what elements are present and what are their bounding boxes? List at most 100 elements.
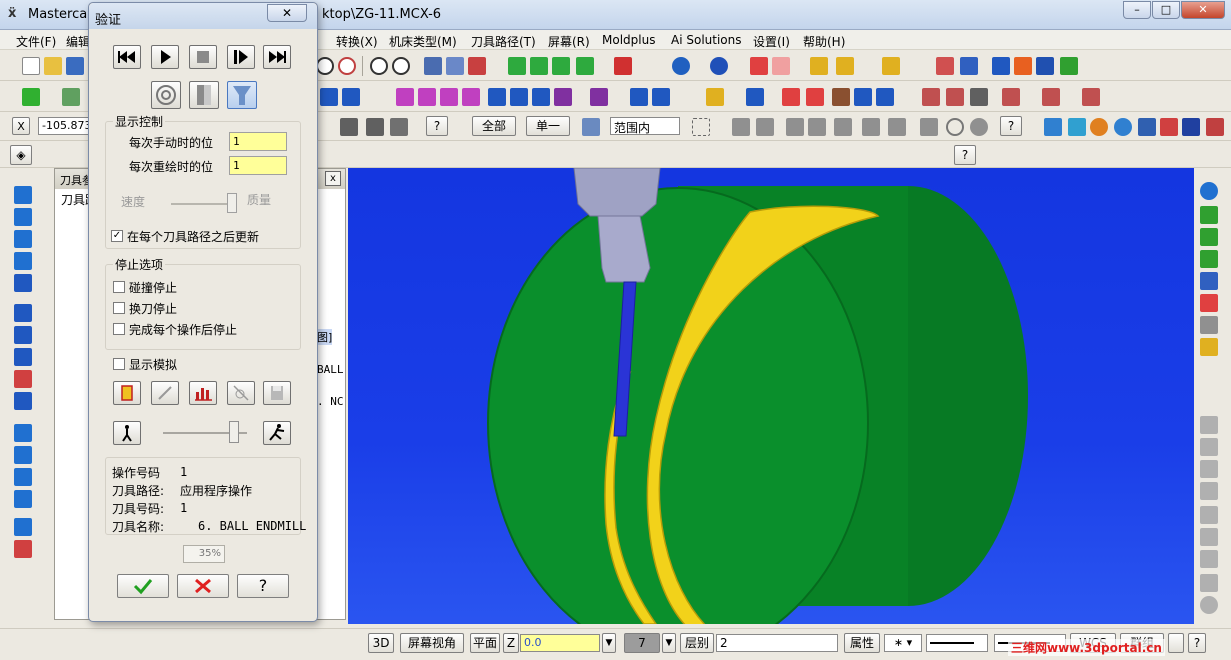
update-after-toolpath-checkbox[interactable]: ✓ [111,230,123,242]
attributes-button[interactable]: 属性 [844,633,880,653]
mask-icon[interactable] [582,118,600,136]
render-icon[interactable] [1068,118,1086,136]
sim-chart-button[interactable] [189,381,217,405]
select-all-button[interactable]: 全部 [472,116,516,136]
point-style-select[interactable]: ∗ ▾ [884,634,922,652]
red-solid-icon[interactable] [14,540,32,558]
shade-icon[interactable] [1044,118,1062,136]
new-file-icon[interactable] [22,57,40,75]
green-cube-2-icon[interactable] [1200,228,1218,246]
red-shape-icon[interactable] [1206,118,1224,136]
return-icon[interactable] [1200,316,1218,334]
mode-holder-button[interactable] [227,81,257,109]
axis-icon[interactable] [746,88,764,106]
redraw-step-input[interactable]: 1 [229,156,287,175]
face-icon[interactable] [462,88,480,106]
up-arrow-icon[interactable] [14,186,32,204]
z-dropdown-button[interactable]: ▼ [602,633,616,653]
lathe-icon[interactable] [554,88,572,106]
select-single-button[interactable]: 单一 [526,116,570,136]
menu-ai-solutions[interactable]: Ai Solutions [671,33,742,47]
layers-icon[interactable] [806,88,824,106]
sim-tool-button[interactable] [151,381,179,405]
pocket-icon[interactable] [440,88,458,106]
body-select-icon[interactable] [862,118,880,136]
view-iso-icon[interactable] [576,57,594,75]
show-simulation-checkbox[interactable] [113,358,125,370]
printer-icon[interactable] [876,88,894,106]
menu-machine-type[interactable]: 机床类型(M) [389,33,457,50]
stop-each-op-checkbox[interactable] [113,323,125,335]
table-icon[interactable] [14,518,32,536]
fast-run-button[interactable] [263,421,291,445]
menu-screen[interactable]: 屏幕(R) [548,33,590,50]
view-side-icon[interactable] [552,57,570,75]
speed-quality-slider[interactable] [227,193,237,213]
level-select[interactable]: 2 [716,634,838,652]
grid-box-icon[interactable] [14,446,32,464]
maximize-button[interactable]: □ [1152,1,1180,19]
fillet-icon[interactable] [14,370,32,388]
fast-forward-button[interactable] [263,45,291,69]
line-style-select[interactable] [926,634,988,652]
menu-help[interactable]: 帮助(H) [803,33,845,50]
help-select-button[interactable]: ? [1000,116,1022,136]
menu-settings[interactable]: 设置(I) [753,33,790,50]
ops-list-icon[interactable] [630,88,648,106]
transform-icon[interactable] [992,57,1010,75]
sum-icon[interactable] [1036,57,1054,75]
solid-sweep-icon[interactable] [14,348,32,366]
slow-walk-button[interactable] [113,421,141,445]
menu-toolpaths[interactable]: 刀具路径(T) [471,33,536,50]
stop-collision-checkbox[interactable] [113,281,125,293]
3d-button[interactable]: 3D [368,633,394,653]
zoom-window-icon[interactable] [316,57,334,75]
mirror-icon[interactable] [1042,88,1060,106]
rubber-stamp-icon[interactable] [390,118,408,136]
fit-icon[interactable] [446,57,464,75]
level-button[interactable]: 层别 [680,633,714,653]
plane-button[interactable]: 平面 [470,633,500,653]
analyze-icon[interactable] [810,57,828,75]
globe-icon[interactable] [1200,182,1218,200]
gray-tool-6-icon[interactable] [1200,528,1218,546]
fast-point-icon[interactable] [340,118,358,136]
manual-step-input[interactable]: 1 [229,132,287,151]
rotate-icon[interactable] [14,208,32,226]
solid-extrude-icon[interactable] [14,274,32,292]
open-file-icon[interactable] [44,57,62,75]
step-forward-button[interactable] [227,45,255,69]
translucent-icon[interactable] [772,57,790,75]
mode-stock-button[interactable] [189,81,219,109]
drill-icon[interactable] [396,88,414,106]
stock-icon[interactable] [946,88,964,106]
part-icon[interactable] [1002,88,1020,106]
cancel-button[interactable] [177,574,229,598]
z-depth-input[interactable]: 0.0 [520,634,600,652]
add-point-icon[interactable] [22,88,40,106]
blue-ball-icon[interactable] [1114,118,1132,136]
ops-icon[interactable] [590,88,608,106]
fixture-icon[interactable] [922,88,940,106]
undo-select-icon[interactable] [888,118,906,136]
status-help-button[interactable]: ? [1188,633,1206,653]
color-dropdown-button[interactable]: ▼ [662,633,676,653]
shaded-sphere-icon[interactable] [710,57,728,75]
dialog-help-button[interactable]: ? [237,574,289,598]
solid-loft-icon[interactable] [14,326,32,344]
menu-edit[interactable]: 编辑 [66,33,90,50]
surface-rough-icon[interactable] [488,88,506,106]
boolean-icon[interactable] [14,424,32,442]
contour-icon[interactable] [418,88,436,106]
break-icon[interactable] [342,88,360,106]
trim-icon[interactable] [320,88,338,106]
tree-icon[interactable] [1200,272,1218,290]
save-icon[interactable] [66,57,84,75]
verify-dialog-close-button[interactable]: ✕ [267,4,307,22]
image-icon[interactable] [1182,118,1200,136]
green-cube-1-icon[interactable] [1200,206,1218,224]
minimize-button[interactable]: – [1123,1,1151,19]
clear-color-icon[interactable] [468,57,486,75]
levels-icon[interactable] [960,57,978,75]
zoom-prev-icon[interactable] [392,57,410,75]
